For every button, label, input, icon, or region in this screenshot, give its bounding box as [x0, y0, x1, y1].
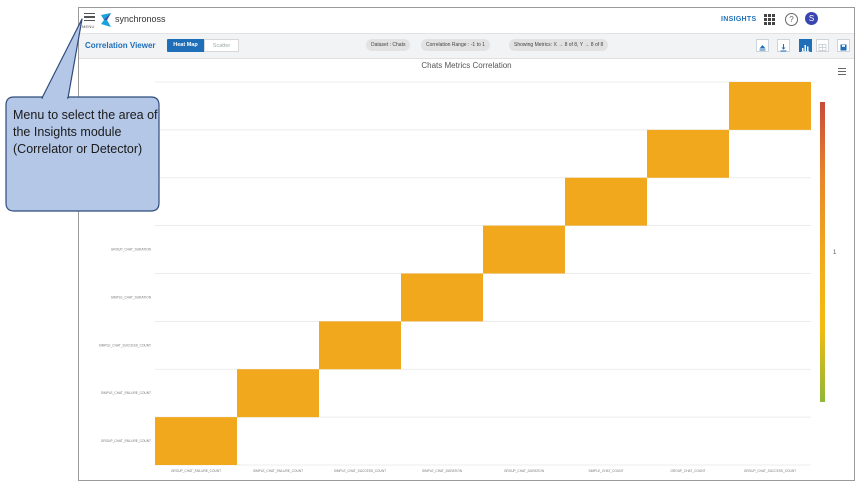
- callout-text: Menu to select the area of the Insights …: [13, 108, 158, 156]
- callout-pointer: [41, 18, 83, 99]
